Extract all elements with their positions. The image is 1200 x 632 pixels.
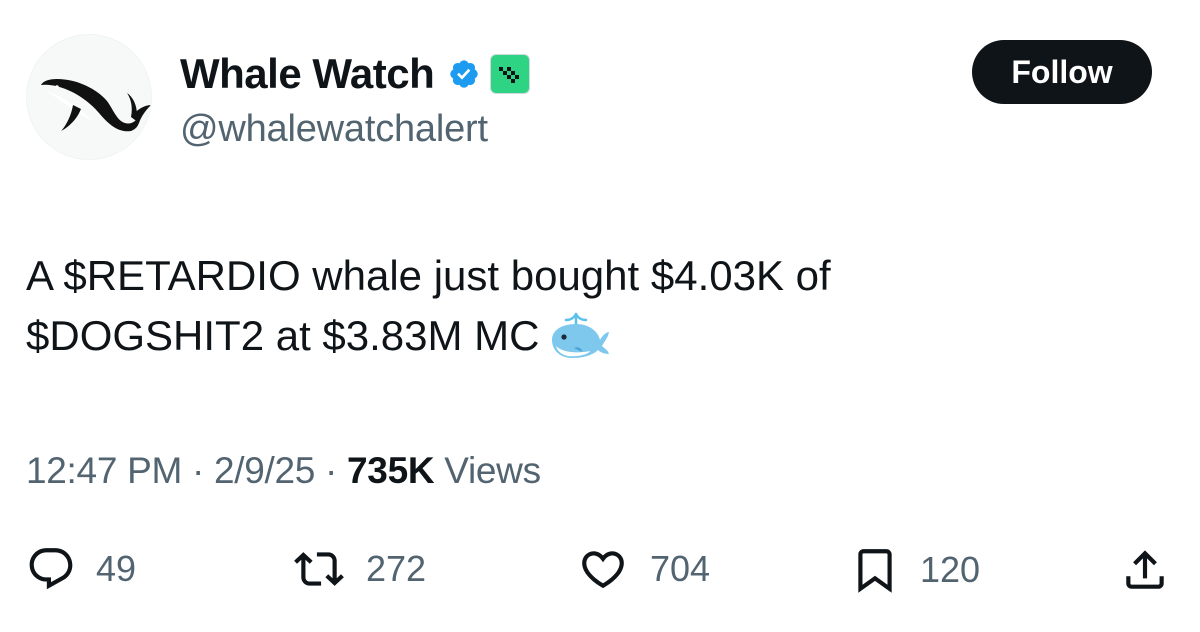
share-button[interactable] xyxy=(1120,544,1170,596)
like-count: 704 xyxy=(650,548,711,589)
like-button[interactable]: 704 xyxy=(576,544,710,594)
tweet-date[interactable]: 2/9/25 xyxy=(214,450,315,491)
avatar[interactable] xyxy=(26,34,152,160)
action-bar: 49 272 704 120 xyxy=(0,536,1200,606)
tweet-text: A $RETARDIO whale just bought $4.03K of … xyxy=(26,246,1166,366)
whale-icon xyxy=(41,79,151,132)
verified-badge-icon[interactable] xyxy=(448,58,480,90)
bookmark-icon xyxy=(858,549,892,593)
share-icon xyxy=(1126,550,1164,589)
affiliation-badge[interactable] xyxy=(490,54,531,94)
reply-count: 49 xyxy=(96,548,137,589)
tweet-metadata: 12:47 PM · 2/9/25 · 735K Views xyxy=(26,450,541,492)
heart-icon xyxy=(582,551,624,589)
bookmark-count: 120 xyxy=(920,549,981,590)
bookmark-button[interactable]: 120 xyxy=(850,544,980,596)
author-handle[interactable]: @whalewatchalert xyxy=(180,108,488,151)
repost-icon xyxy=(294,552,344,586)
separator-dot: · xyxy=(181,450,214,491)
tweet-text-line-1: A $RETARDIO whale just bought $4.03K of xyxy=(26,252,831,299)
author-display-name[interactable]: Whale Watch xyxy=(180,50,435,98)
views-label: Views xyxy=(434,450,541,491)
views-count: 735K xyxy=(347,450,435,491)
spouting-whale-icon xyxy=(551,312,609,358)
tweet-text-line-2-text: $DOGSHIT2 at $3.83M MC xyxy=(26,312,540,359)
tweet-text-line-2: $DOGSHIT2 at $3.83M MC xyxy=(26,306,1166,366)
separator-dot: · xyxy=(315,450,348,491)
follow-button[interactable]: Follow xyxy=(972,40,1152,104)
repost-button[interactable]: 272 xyxy=(292,544,426,594)
checkered-flag-icon xyxy=(499,67,520,83)
reply-button[interactable]: 49 xyxy=(26,544,136,594)
author-name-row: Whale Watch xyxy=(180,46,531,102)
repost-count: 272 xyxy=(366,548,427,589)
tweet-time[interactable]: 12:47 PM xyxy=(26,450,182,491)
reply-icon xyxy=(29,548,73,590)
